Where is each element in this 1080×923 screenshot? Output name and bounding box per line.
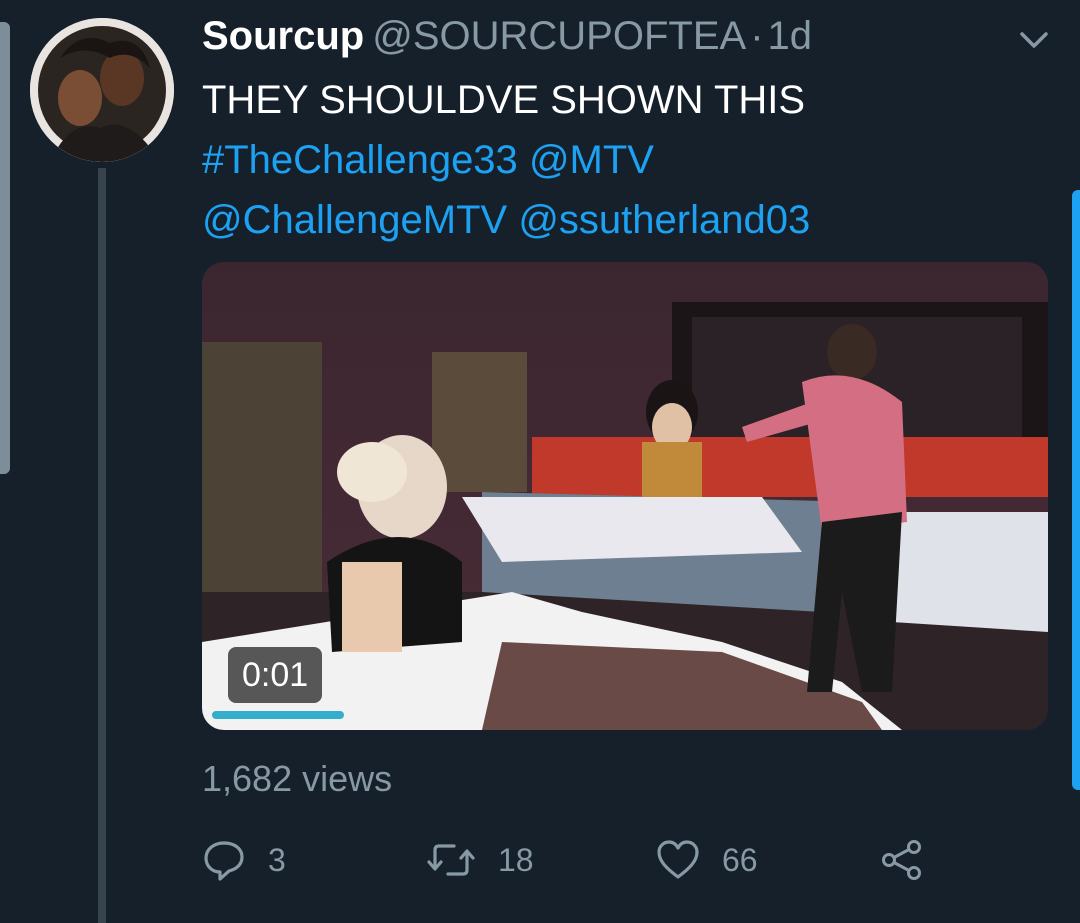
mention-link-challengemtv[interactable]: @ChallengeMTV <box>202 198 507 242</box>
mention-link-ssutherland03[interactable]: @ssutherland03 <box>518 198 810 242</box>
hashtag-link[interactable]: #TheChallenge33 <box>202 138 518 182</box>
video-progress-bar[interactable] <box>212 711 1038 719</box>
share-icon <box>882 840 921 880</box>
reply-button[interactable]: 3 <box>202 832 286 888</box>
tweet-detail-screen: Sourcup @SOURCUPOFTEA · 1d THEY SHOULDVE SH… <box>0 0 1080 923</box>
video-frame <box>202 262 1048 730</box>
video-progress-fill <box>212 711 345 719</box>
heart-icon <box>657 840 699 879</box>
thread-connector-line <box>98 168 106 923</box>
tweet-text: THEY SHOULDVE SHOWN THIS #TheChallenge33… <box>202 70 1042 250</box>
tweet-header: Sourcup @SOURCUPOFTEA · 1d <box>202 14 812 64</box>
reply-count: 3 <box>268 841 286 878</box>
display-name[interactable]: Sourcup <box>202 14 364 58</box>
separator-dot: · <box>750 14 764 58</box>
reply-icon <box>204 841 244 881</box>
mention-link-mtv[interactable]: @MTV <box>529 138 654 182</box>
chevron-down-icon[interactable] <box>1016 22 1052 58</box>
share-button[interactable] <box>880 832 924 888</box>
view-count: 1,682 views <box>202 758 393 799</box>
avatar-photo <box>30 18 174 162</box>
video-duration-badge: 0:01 <box>228 647 323 703</box>
tweet-actions: 3 18 66 <box>202 832 1042 888</box>
retweet-button[interactable]: 18 <box>426 832 534 888</box>
retweet-count: 18 <box>498 841 534 878</box>
left-scroll-indicator[interactable] <box>0 22 10 474</box>
tweet-links-line-1: #TheChallenge33 @MTV <box>202 130 1042 190</box>
tweet-links-line-2: @ChallengeMTV @ssutherland03 <box>202 190 1042 250</box>
tweet-timestamp[interactable]: 1d <box>768 14 813 58</box>
right-scroll-indicator[interactable] <box>1072 190 1080 790</box>
like-button[interactable]: 66 <box>656 832 758 888</box>
user-handle[interactable]: @SOURCUPOFTEA <box>372 14 746 58</box>
like-count: 66 <box>722 841 758 878</box>
avatar[interactable] <box>30 18 174 162</box>
tweet-text-line: THEY SHOULDVE SHOWN THIS <box>202 78 806 122</box>
retweet-icon <box>427 844 475 876</box>
video-player[interactable]: 0:01 <box>202 262 1048 730</box>
